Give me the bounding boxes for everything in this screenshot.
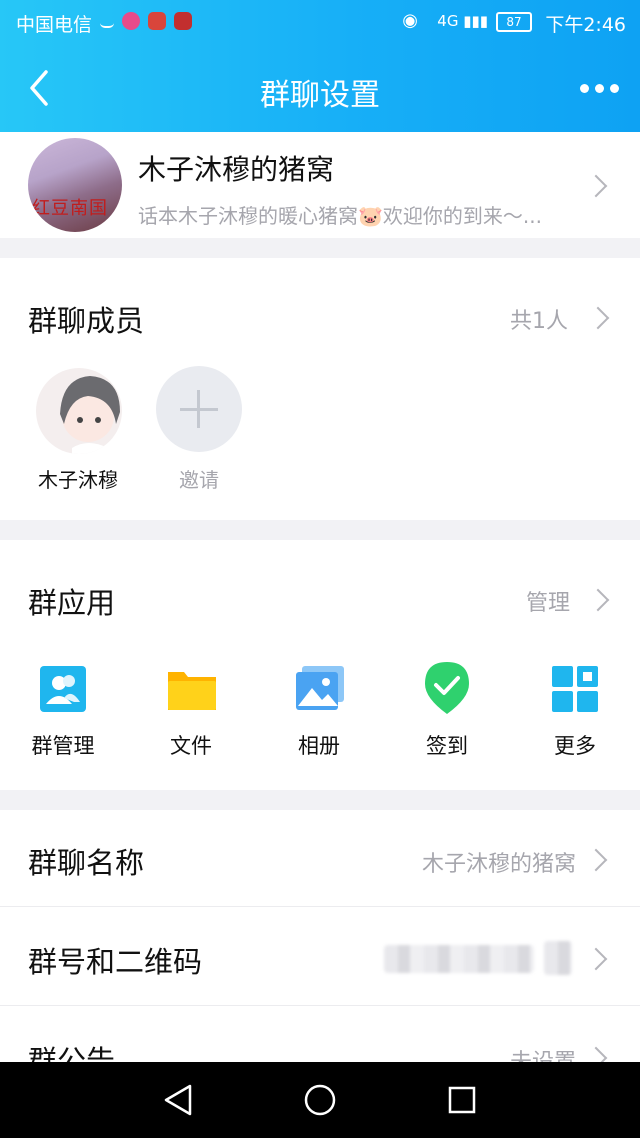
more-dot (610, 84, 619, 93)
app-label: 相册 (298, 734, 340, 758)
album-icon (296, 666, 344, 710)
announcement-value: 未设置 (510, 1044, 576, 1062)
invite-label: 邀请 (179, 468, 219, 492)
member-name: 木子沐穆 (38, 468, 118, 492)
network-type: 4G (437, 12, 459, 30)
apps-manage-label: 管理 (526, 591, 571, 616)
group-manage-icon (40, 666, 86, 712)
group-avatar: 红豆南国 (28, 138, 122, 232)
news-app-icon (174, 12, 192, 30)
download-icon (100, 12, 114, 28)
system-nav-bar (0, 1062, 640, 1138)
notification-icons (100, 12, 192, 30)
members-title: 群聊成员 (28, 304, 145, 338)
top-bar: 中国电信 ◉ 4G ▮▮▮ 87 下午2:46 群聊设置 (0, 0, 640, 132)
group-description: 话本木子沐穆的暖心猪窝🐷欢迎你的到来～... (138, 204, 542, 228)
group-info-row[interactable]: 红豆南国 木子沐穆的猪窝 话本木子沐穆的暖心猪窝🐷欢迎你的到来～... (0, 132, 640, 238)
clock: 下午2:46 (545, 14, 626, 36)
group-id-qr-row[interactable]: 群号和二维码 (0, 907, 640, 1005)
apps-manage-button[interactable]: 管理 (500, 568, 640, 638)
app-label: 群管理 (31, 734, 95, 758)
group-name-label: 群聊名称 (28, 846, 145, 880)
announcement-label: 群公告 (28, 1044, 116, 1062)
blurred-group-id (384, 945, 534, 973)
app-label: 签到 (426, 734, 468, 758)
video-app-icon (148, 12, 166, 30)
eye-icon: ◉ (402, 10, 418, 31)
app-notification-icon (122, 12, 140, 30)
checkin-icon (425, 662, 469, 714)
battery-icon: 87 (496, 12, 532, 32)
more-dot (595, 84, 604, 93)
members-count: 共1人 (510, 309, 568, 334)
nav-recents-icon[interactable] (446, 1084, 478, 1116)
page-title: 群聊设置 (260, 78, 380, 113)
invite-button[interactable] (156, 366, 242, 452)
nav-home-icon[interactable] (302, 1082, 338, 1118)
announcement-row[interactable]: 群公告 未设置 (0, 1006, 640, 1062)
chevron-right-icon (586, 306, 610, 330)
members-count-button[interactable]: 共1人 (480, 280, 640, 360)
group-id-label: 群号和二维码 (28, 945, 203, 979)
chevron-right-icon (584, 174, 608, 198)
blurred-qr-icon (544, 941, 572, 975)
grid-more-icon (552, 666, 598, 712)
carrier-label: 中国电信 (16, 14, 93, 36)
folder-icon (168, 672, 216, 710)
apps-title: 群应用 (28, 586, 116, 620)
more-options-button[interactable] (574, 68, 626, 108)
signal-icon: 4G ▮▮▮ (437, 12, 488, 30)
chevron-right-icon (584, 848, 608, 872)
group-avatar-text: 红豆南国 (32, 198, 108, 219)
app-label: 文件 (170, 734, 212, 758)
group-name-value: 木子沐穆的猪窝 (421, 852, 576, 877)
member-avatar[interactable] (36, 368, 122, 454)
nav-back-icon[interactable] (162, 1082, 194, 1118)
group-name-row[interactable]: 群聊名称 木子沐穆的猪窝 (0, 810, 640, 906)
status-bar: 中国电信 ◉ 4G ▮▮▮ 87 下午2:46 (0, 0, 640, 44)
chevron-right-icon (586, 588, 610, 612)
chevron-right-icon (584, 947, 608, 971)
more-dots-icon (580, 84, 589, 93)
chevron-right-icon (584, 1046, 608, 1062)
group-name: 木子沐穆的猪窝 (138, 153, 335, 186)
avatar-icon (60, 376, 120, 454)
app-label: 更多 (554, 734, 596, 758)
